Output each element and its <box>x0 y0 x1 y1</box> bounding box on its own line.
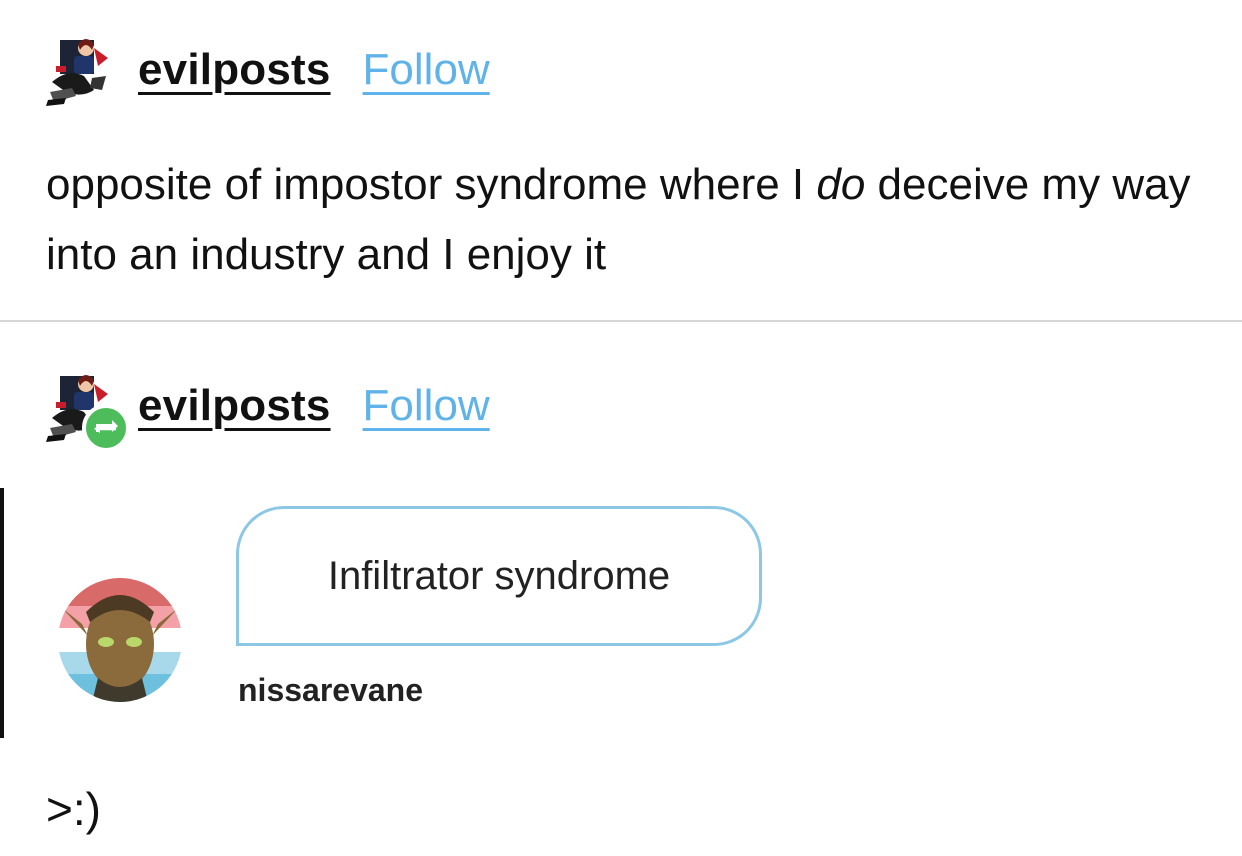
elf-avatar-icon <box>58 578 182 702</box>
follow-button[interactable]: Follow <box>363 45 490 95</box>
post-body-emphasis: do <box>816 160 866 209</box>
avatar[interactable] <box>42 30 122 110</box>
quote-left-bar <box>0 488 4 738</box>
tumblr-post-thread: evilposts Follow opposite of impostor sy… <box>0 0 1242 856</box>
post-divider <box>0 320 1242 322</box>
speech-bubble-text: Infiltrator syndrome <box>327 553 671 598</box>
post-body: opposite of impostor syndrome where I do… <box>46 150 1196 290</box>
blog-name-link[interactable]: evilposts <box>138 381 331 431</box>
embedded-username: nissarevane <box>238 672 424 708</box>
blog-avatar-icon <box>46 39 108 106</box>
follow-button[interactable]: Follow <box>363 381 490 431</box>
blog-name-link[interactable]: evilposts <box>138 45 331 95</box>
reblog-header: evilposts Follow <box>42 366 490 452</box>
avatar[interactable] <box>42 366 130 452</box>
post-body-text-start: opposite of impostor syndrome where I <box>46 160 817 209</box>
reblog-icon <box>94 420 118 433</box>
reblog-badge <box>82 404 130 452</box>
embedded-avatar <box>58 578 182 702</box>
reblog-comment: >:) <box>46 783 101 835</box>
speech-bubble: Infiltrator syndrome <box>236 506 762 646</box>
post-header: evilposts Follow <box>42 30 490 110</box>
